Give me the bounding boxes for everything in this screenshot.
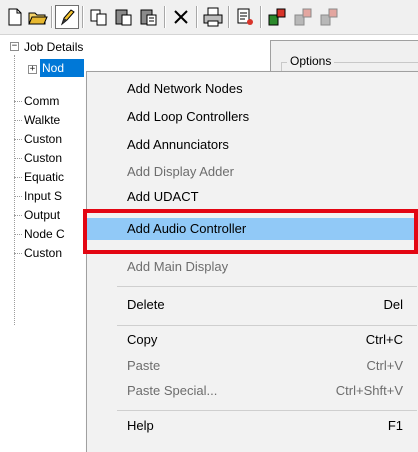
properties-icon[interactable] (233, 5, 257, 29)
menu-item-add-annunciators[interactable]: Add Annunciators (87, 134, 418, 156)
highlight-annotation-box (83, 209, 418, 254)
menu-item-add-udact[interactable]: Add UDACT (87, 186, 418, 208)
tree-item[interactable]: Custon (14, 130, 62, 148)
collapse-icon[interactable]: − (10, 42, 19, 51)
paste-special-icon[interactable] (137, 5, 161, 29)
menu-item-add-network-nodes[interactable]: Add Network Nodes (87, 78, 418, 100)
open-folder-icon[interactable] (26, 5, 50, 29)
toolbar (0, 0, 418, 35)
toolbar-separator (164, 6, 166, 28)
menu-separator (117, 286, 417, 287)
menu-item-add-main-display[interactable]: Add Main Display (87, 256, 418, 278)
tree-root-job-details[interactable]: Job Details (24, 38, 83, 56)
menu-item-add-loop-controllers[interactable]: Add Loop Controllers (87, 106, 418, 128)
menu-item-delete[interactable]: Delete Del (87, 294, 418, 316)
tree-item-nodes-selected[interactable]: Nod (40, 59, 84, 77)
tree-item[interactable]: Walkte (14, 111, 60, 129)
menu-item-copy[interactable]: Copy Ctrl+C (87, 329, 418, 351)
tree-item[interactable]: Comm (14, 92, 59, 110)
toolbar-separator (196, 6, 198, 28)
context-menu: Add Network Nodes Add Loop Controllers A… (86, 71, 418, 452)
upload-from-panel-icon[interactable] (291, 5, 315, 29)
tree-root-label: Job Details (24, 40, 84, 54)
tree-item[interactable]: Input S (14, 187, 62, 205)
menu-item-paste-special[interactable]: Paste Special... Ctrl+Shft+V (87, 380, 418, 402)
options-legend: Options (287, 54, 335, 68)
tree-item[interactable]: Equatic (14, 168, 64, 186)
tree-item[interactable]: Node C (14, 225, 65, 243)
toolbar-separator (260, 6, 262, 28)
menu-item-add-display-adder[interactable]: Add Display Adder (87, 161, 418, 183)
tree-item[interactable]: Output (14, 206, 60, 224)
menu-separator (117, 410, 417, 411)
expand-icon[interactable]: + (28, 65, 37, 74)
tree-item[interactable]: Custon (14, 149, 62, 167)
paste-icon[interactable] (112, 5, 136, 29)
toolbar-separator (228, 6, 230, 28)
download-to-panel-icon[interactable] (265, 5, 289, 29)
new-document-icon[interactable] (2, 5, 26, 29)
delete-x-icon[interactable] (169, 5, 193, 29)
toolbar-separator (51, 6, 53, 28)
menu-separator (117, 325, 417, 326)
tree-connector-line (14, 55, 15, 325)
print-icon[interactable] (201, 5, 225, 29)
tree-item[interactable]: Custon (14, 244, 62, 262)
copy-icon[interactable] (87, 5, 111, 29)
menu-item-paste[interactable]: Paste Ctrl+V (87, 355, 418, 377)
edit-pencil-icon[interactable] (55, 5, 79, 29)
compare-icon[interactable] (317, 5, 341, 29)
menu-item-help[interactable]: Help F1 (87, 415, 418, 437)
toolbar-separator (82, 6, 84, 28)
